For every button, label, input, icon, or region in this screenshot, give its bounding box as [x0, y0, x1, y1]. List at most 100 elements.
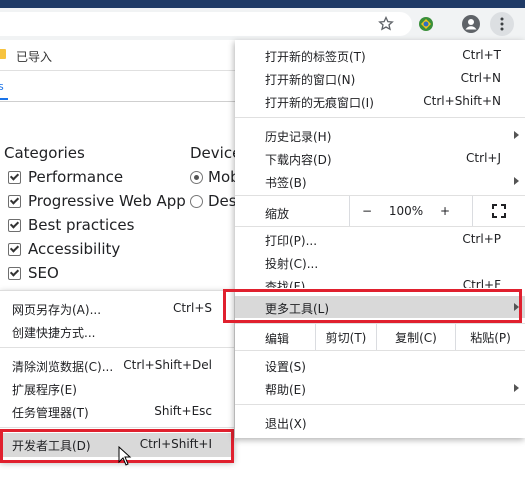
menu-separator — [235, 350, 525, 351]
category-pwa[interactable]: Progressive Web App — [8, 192, 186, 210]
checkbox[interactable] — [8, 266, 21, 280]
devtools-tab-strip: s — [0, 71, 240, 102]
menu-item-label: 查找(F)... — [265, 280, 317, 288]
category-performance[interactable]: Performance — [8, 168, 123, 186]
menu-item-new-window[interactable]: 打开新的窗口(N) Ctrl+N — [235, 67, 525, 89]
checkbox[interactable] — [8, 242, 21, 256]
edit-label: 编辑 — [265, 332, 290, 346]
submenu-arrow-icon — [514, 177, 519, 185]
more-tools-highlight-box — [223, 289, 522, 323]
menu-item-shortcut: Ctrl+S — [172, 301, 212, 315]
address-bar[interactable] — [0, 12, 412, 36]
radio-button[interactable] — [190, 194, 203, 208]
active-tab-indicator — [0, 98, 8, 100]
category-accessibility[interactable]: Accessibility — [8, 240, 120, 258]
cut-button[interactable]: 剪切(T) — [316, 324, 376, 350]
menu-item-bookmarks[interactable]: 书签(B) — [235, 170, 525, 192]
radio-button[interactable] — [190, 170, 203, 184]
copy-button[interactable]: 复制(C) — [377, 324, 455, 350]
menu-item-label: 创建快捷方式... — [12, 326, 96, 340]
zoom-minus-glyph: − — [361, 204, 373, 218]
menu-item-shortcut: Ctrl+N — [460, 71, 501, 85]
menu-separator — [235, 404, 525, 405]
device-desktop-option[interactable]: Des — [190, 192, 237, 210]
menu-item-new-incognito-window[interactable]: 打开新的无痕窗口(I) Ctrl+Shift+N — [235, 90, 525, 112]
zoom-value: 100% — [388, 204, 424, 218]
extension-icon[interactable] — [414, 12, 438, 36]
menu-item-label: 打开新的窗口(N) — [265, 73, 356, 87]
menu-item-settings[interactable]: 设置(S) — [235, 354, 525, 376]
menu-item-downloads[interactable]: 下载内容(D) Ctrl+J — [235, 147, 525, 169]
browser-toolbar — [0, 8, 525, 40]
menu-item-task-manager[interactable]: 任务管理器(T) Shift+Esc — [0, 400, 234, 423]
mouse-pointer-icon — [118, 446, 132, 466]
category-label: Best practices — [28, 216, 135, 234]
menu-separator — [0, 427, 234, 428]
zoom-level: 100% — [385, 196, 427, 226]
star-icon[interactable] — [374, 12, 398, 36]
menu-item-history[interactable]: 历史记录(H) — [235, 124, 525, 146]
menu-item-label: 打印(P)... — [265, 234, 318, 248]
developer-tools-highlight-box — [0, 429, 234, 463]
device-title: Device — [190, 144, 242, 162]
menu-item-label: 网页另存为(A)... — [12, 303, 102, 317]
bookmark-folder-label[interactable]: 已导入 — [16, 48, 52, 65]
fullscreen-button[interactable] — [473, 196, 525, 226]
menu-item-label: 书签(B) — [265, 176, 307, 190]
category-seo[interactable]: SEO — [8, 264, 59, 282]
menu-item-cast[interactable]: 投射(C)... — [235, 251, 525, 273]
checkbox[interactable] — [8, 194, 21, 208]
chrome-main-menu: 打开新的标签页(T) Ctrl+T 打开新的窗口(N) Ctrl+N 打开新的无… — [235, 40, 525, 438]
menu-item-exit[interactable]: 退出(X) — [235, 411, 525, 433]
paste-label: 粘贴(P) — [470, 330, 511, 345]
edit-row: 编辑 剪切(T) 复制(C) 粘贴(P) — [235, 324, 525, 350]
menu-item-shortcut: Ctrl+T — [462, 48, 501, 62]
menu-item-label: 任务管理器(T) — [12, 406, 89, 420]
folder-icon — [0, 49, 6, 59]
paste-button[interactable]: 粘贴(P) — [456, 324, 525, 350]
category-best-practices[interactable]: Best practices — [8, 216, 134, 234]
menu-item-label: 投射(C)... — [265, 257, 319, 271]
devtools-tab-label[interactable]: s — [0, 80, 4, 93]
menu-item-label: 下载内容(D) — [265, 153, 332, 167]
menu-item-create-shortcut[interactable]: 创建快捷方式... — [0, 320, 234, 343]
menu-item-label: 打开新的标签页(T) — [265, 50, 366, 64]
zoom-row: 缩放 − 100% + — [235, 196, 525, 226]
category-label: Performance — [28, 168, 124, 186]
menu-item-save-page[interactable]: 网页另存为(A)... Ctrl+S — [0, 297, 234, 320]
fullscreen-icon — [492, 204, 506, 218]
zoom-divider — [349, 196, 350, 226]
category-label: SEO — [28, 264, 59, 282]
menu-item-find[interactable]: 查找(F)... Ctrl+F — [235, 274, 525, 288]
menu-item-shortcut: Ctrl+F — [462, 278, 501, 288]
menu-item-new-tab[interactable]: 打开新的标签页(T) Ctrl+T — [235, 44, 525, 66]
submenu-arrow-icon — [514, 384, 519, 392]
category-label: Progressive Web App — [28, 192, 186, 210]
profile-icon[interactable] — [459, 12, 483, 36]
menu-item-shortcut: Ctrl+Shift+N — [423, 94, 501, 108]
menu-item-label: 退出(X) — [265, 417, 307, 431]
window-top-band — [0, 0, 525, 8]
menu-item-label: 清除浏览数据(C)... — [12, 360, 114, 374]
menu-item-label: 扩展程序(E) — [12, 383, 77, 397]
checkbox[interactable] — [8, 218, 21, 232]
zoom-label: 缩放 — [265, 207, 290, 221]
menu-item-clear-browsing-data[interactable]: 清除浏览数据(C)... Ctrl+Shift+Del — [0, 354, 234, 377]
device-label: Des — [208, 192, 237, 210]
menu-item-extensions[interactable]: 扩展程序(E) — [0, 377, 234, 400]
menu-item-label: 历史记录(H) — [265, 130, 332, 144]
zoom-in-button[interactable]: + — [427, 196, 463, 226]
menu-item-print[interactable]: 打印(P)... Ctrl+P — [235, 228, 525, 250]
menu-item-help[interactable]: 帮助(E) — [235, 377, 525, 399]
menu-item-shortcut: Ctrl+J — [466, 151, 501, 165]
menu-item-label: 打开新的无痕窗口(I) — [265, 96, 374, 110]
zoom-out-button[interactable]: − — [349, 196, 385, 226]
device-mobile-option[interactable]: Mob — [190, 168, 240, 186]
menu-item-shortcut: Shift+Esc — [154, 404, 212, 418]
more-vert-icon[interactable] — [490, 12, 514, 36]
menu-item-label: 设置(S) — [265, 360, 306, 374]
menu-item-shortcut: Ctrl+Shift+Del — [123, 358, 212, 372]
menu-separator — [0, 347, 234, 348]
zoom-plus-glyph: + — [439, 204, 451, 218]
checkbox[interactable] — [8, 170, 21, 184]
